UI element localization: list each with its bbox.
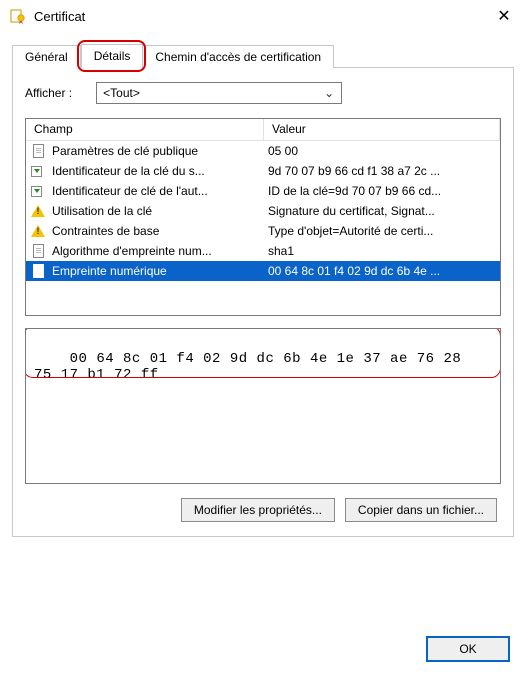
row-champ: Identificateur de la clé du s...: [52, 164, 205, 178]
row-valeur: Signature du certificat, Signat...: [268, 204, 435, 218]
list-row[interactable]: Identificateur de la clé du s... 9d 70 0…: [26, 161, 500, 181]
list-row[interactable]: Identificateur de clé de l'aut... ID de …: [26, 181, 500, 201]
tab-general[interactable]: Général: [12, 45, 81, 68]
window-title: Certificat: [34, 9, 85, 24]
warn-icon: [30, 223, 46, 239]
prop-icon: [30, 263, 46, 279]
list-row[interactable]: Algorithme d'empreinte num... sha1: [26, 241, 500, 261]
col-header-valeur[interactable]: Valeur: [264, 119, 500, 140]
ext-icon: [30, 163, 46, 179]
field-listview[interactable]: Champ Valeur Paramètres de clé publique …: [25, 118, 501, 316]
row-valeur: sha1: [268, 244, 294, 258]
filter-row: Afficher : <Tout> ⌄: [25, 82, 501, 104]
title-bar: Certificat ✕: [0, 0, 526, 32]
row-champ: Utilisation de la clé: [52, 204, 152, 218]
close-button[interactable]: ✕: [492, 4, 516, 28]
value-textbox[interactable]: 00 64 8c 01 f4 02 9d dc 6b 4e 1e 37 ae 7…: [25, 328, 501, 484]
col-header-champ[interactable]: Champ: [26, 119, 264, 140]
row-champ: Empreinte numérique: [52, 264, 167, 278]
list-row[interactable]: Contraintes de base Type d'objet=Autorit…: [26, 221, 500, 241]
details-panel: Afficher : <Tout> ⌄ Champ Valeur Paramèt…: [12, 68, 514, 537]
row-valeur: 05 00: [268, 144, 298, 158]
page-icon: [30, 243, 46, 259]
ext-icon: [30, 183, 46, 199]
tab-cert-path-label: Chemin d'accès de certification: [155, 50, 321, 64]
filter-combobox[interactable]: <Tout> ⌄: [96, 82, 342, 104]
row-valeur: ID de la clé=9d 70 07 b9 66 cd...: [268, 184, 441, 198]
page-icon: [30, 143, 46, 159]
tab-strip: Général Détails Chemin d'accès de certif…: [12, 40, 514, 68]
warn-icon: [30, 203, 46, 219]
filter-label: Afficher :: [25, 86, 72, 100]
list-row[interactable]: Paramètres de clé publique 05 00: [26, 141, 500, 161]
tab-details-label: Détails: [94, 49, 131, 63]
tab-cert-path[interactable]: Chemin d'accès de certification: [143, 45, 334, 68]
ok-button[interactable]: OK: [426, 636, 510, 662]
list-row[interactable]: Empreinte numérique 00 64 8c 01 f4 02 9d…: [26, 261, 500, 281]
row-champ: Identificateur de clé de l'aut...: [52, 184, 208, 198]
close-icon: ✕: [497, 6, 510, 26]
edit-properties-button[interactable]: Modifier les propriétés...: [181, 498, 335, 522]
button-row: Modifier les propriétés... Copier dans u…: [25, 498, 501, 522]
row-champ: Contraintes de base: [52, 224, 159, 238]
copy-to-file-button[interactable]: Copier dans un fichier...: [345, 498, 497, 522]
row-valeur: 00 64 8c 01 f4 02 9d dc 6b 4e ...: [268, 264, 440, 278]
listview-body: Paramètres de clé publique 05 00 Identif…: [26, 141, 500, 281]
tab-details[interactable]: Détails: [81, 44, 144, 68]
chevron-down-icon: ⌄: [321, 86, 337, 100]
row-valeur: Type d'objet=Autorité de certi...: [268, 224, 433, 238]
certificate-icon: [10, 8, 26, 24]
tab-general-label: Général: [25, 50, 68, 64]
row-champ: Paramètres de clé publique: [52, 144, 198, 158]
value-text: 00 64 8c 01 f4 02 9d dc 6b 4e 1e 37 ae 7…: [34, 351, 461, 383]
filter-value: <Tout>: [103, 86, 321, 100]
listview-header: Champ Valeur: [26, 119, 500, 141]
row-valeur: 9d 70 07 b9 66 cd f1 38 a7 2c ...: [268, 164, 440, 178]
row-champ: Algorithme d'empreinte num...: [52, 244, 212, 258]
list-row[interactable]: Utilisation de la clé Signature du certi…: [26, 201, 500, 221]
dialog-buttons: OK: [426, 636, 510, 662]
